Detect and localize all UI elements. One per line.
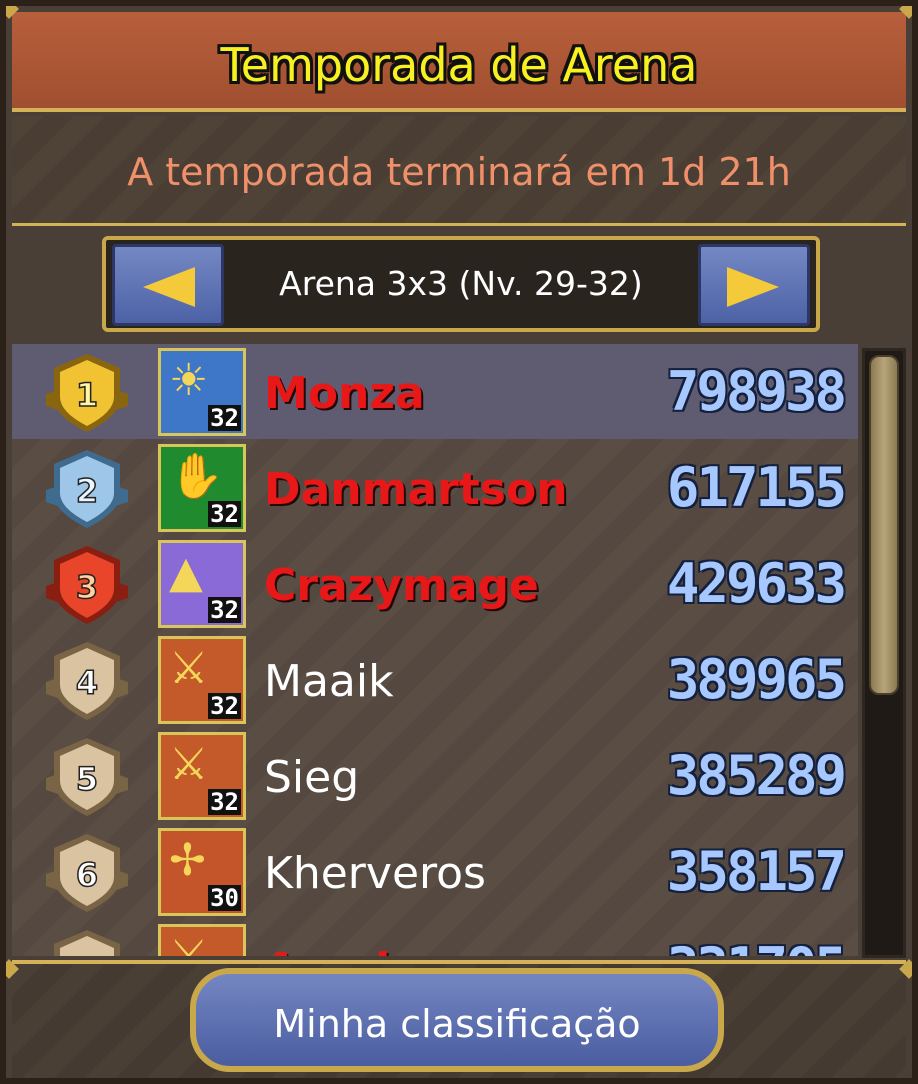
sun-icon: ☀: [169, 355, 209, 406]
rank-number: 3: [76, 568, 98, 606]
player-level: 30: [208, 884, 241, 912]
arrow-left-icon: [143, 267, 195, 307]
player-level: 32: [208, 788, 241, 816]
leaderboard-row[interactable]: 3 ▲ 32 Crazymage 429633: [12, 536, 858, 631]
player-avatar: ✋ 32: [158, 444, 246, 532]
player-score: 358157: [666, 840, 847, 903]
leaderboard-row[interactable]: 1 ☀ 32 Monza 798938: [12, 344, 858, 439]
rank-badge-icon: 7: [42, 926, 132, 956]
previous-arena-button[interactable]: [112, 244, 224, 326]
player-avatar: ✢ 30: [158, 828, 246, 916]
player-name: Kherveros: [264, 848, 486, 899]
wizard-hat-icon: ▲: [169, 547, 203, 598]
season-info: A temporada terminará em 1d 21h: [12, 116, 906, 226]
player-level: 32: [208, 500, 241, 528]
player-avatar: ⚔ 32: [158, 636, 246, 724]
leaderboard-row[interactable]: 7 ⚔ Amuianana 331705: [12, 920, 858, 956]
player-score: 617155: [666, 456, 847, 519]
player-score: 798938: [666, 360, 847, 423]
player-level: 32: [208, 404, 241, 432]
season-countdown: A temporada terminará em 1d 21h: [127, 150, 791, 194]
rank-badge-icon: 1: [42, 350, 132, 436]
player-name: Monza: [264, 368, 425, 419]
sword-icon: ⚔: [169, 933, 208, 957]
rank-number: 1: [76, 376, 98, 414]
rank-number: 5: [76, 760, 98, 798]
rank-number: 2: [76, 472, 98, 510]
leaderboard-row[interactable]: 4 ⚔ 32 Maaik 389965: [12, 632, 858, 727]
player-score: 429633: [666, 552, 847, 615]
player-name: Amuianana: [264, 944, 542, 956]
paw-icon: ✋: [169, 451, 224, 502]
leaderboard-scrollbar[interactable]: [862, 348, 906, 958]
player-name: Maaik: [264, 656, 394, 707]
rank-number: 4: [76, 664, 98, 702]
player-name: Crazymage: [264, 560, 539, 611]
rank-badge-icon: 5: [42, 734, 132, 820]
sword-icon: ⚔: [169, 739, 209, 790]
leaderboard-list[interactable]: 1 ☀ 32 Monza 798938 2 ✋ 32 Danmartson 61…: [12, 344, 858, 956]
player-score: 389965: [666, 648, 847, 711]
sword-icon: ⚔: [169, 643, 209, 694]
rank-number: 6: [76, 856, 98, 894]
player-name: Danmartson: [264, 464, 568, 515]
leaderboard-row[interactable]: 5 ⚔ 32 Sieg 385289: [12, 728, 858, 823]
maces-icon: ✢: [169, 835, 206, 886]
scrollbar-thumb[interactable]: [869, 355, 899, 695]
my-ranking-label: Minha classificação: [273, 1002, 641, 1046]
my-ranking-button[interactable]: Minha classificação: [190, 968, 724, 1072]
rank-number: 7: [76, 952, 98, 956]
arena-season-panel: Temporada de Arena A temporada terminará…: [0, 0, 918, 1084]
arena-selector-label: Arena 3x3 (Nv. 29-32): [279, 264, 643, 303]
arrow-right-icon: [727, 267, 779, 307]
player-avatar: ☀ 32: [158, 348, 246, 436]
player-score: 385289: [666, 744, 847, 807]
next-arena-button[interactable]: [698, 244, 810, 326]
rank-badge-icon: 4: [42, 638, 132, 724]
player-level: 32: [208, 596, 241, 624]
rank-badge-icon: 3: [42, 542, 132, 628]
arena-selector: Arena 3x3 (Nv. 29-32): [102, 236, 820, 332]
rank-badge-icon: 6: [42, 830, 132, 916]
leaderboard-row[interactable]: 6 ✢ 30 Kherveros 358157: [12, 824, 858, 919]
panel-title: Temporada de Arena: [220, 38, 698, 92]
leaderboard-row[interactable]: 2 ✋ 32 Danmartson 617155: [12, 440, 858, 535]
panel-header: Temporada de Arena: [12, 12, 906, 112]
player-avatar: ⚔: [158, 924, 246, 956]
player-avatar: ▲ 32: [158, 540, 246, 628]
player-avatar: ⚔ 32: [158, 732, 246, 820]
player-name: Sieg: [264, 752, 360, 803]
rank-badge-icon: 2: [42, 446, 132, 532]
player-score: 331705: [667, 936, 847, 956]
player-level: 32: [208, 692, 241, 720]
